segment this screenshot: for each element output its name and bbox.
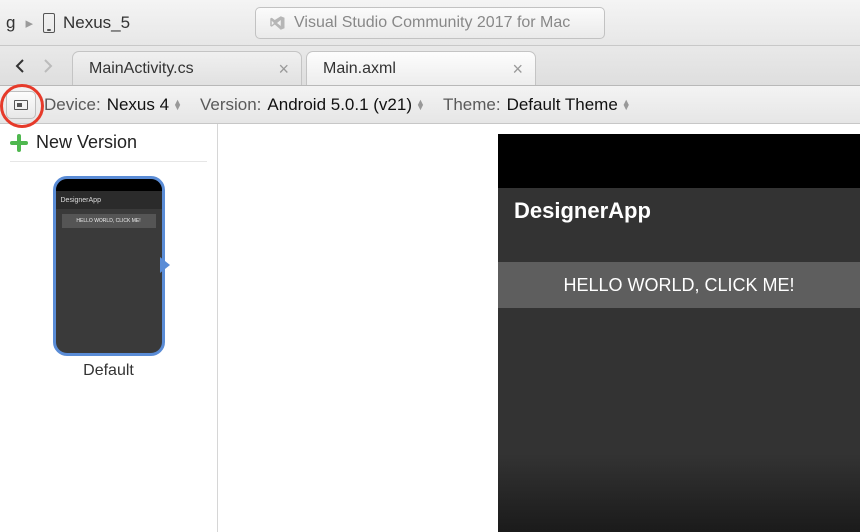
device-stepper[interactable]: ▲▼ [173, 100, 182, 110]
nav-forward-button[interactable] [34, 47, 62, 85]
device-preview: DesignerApp HELLO WORLD, CLICK ME! [498, 134, 860, 532]
close-icon[interactable]: × [512, 60, 523, 78]
breadcrumb-separator-icon: ▸ [25, 14, 33, 32]
preview-shadow [498, 454, 860, 532]
tab-mainactivity[interactable]: MainActivity.cs × [72, 51, 302, 85]
thumb-app-title: DesignerApp [56, 191, 162, 209]
version-value[interactable]: Android 5.0.1 (v21) [267, 95, 412, 115]
preview-button[interactable]: HELLO WORLD, CLICK ME! [498, 262, 860, 308]
thumb-statusbar [56, 179, 162, 191]
plus-icon [10, 134, 28, 152]
preview-screen [498, 188, 860, 532]
new-version-label: New Version [36, 132, 137, 153]
thumb-caption: Default [10, 362, 207, 380]
version-stepper[interactable]: ▲▼ [416, 100, 425, 110]
layouts-sidebar: New Version DesignerApp HELLO WORLD, CLI… [0, 124, 218, 532]
device-value[interactable]: Nexus 4 [107, 95, 169, 115]
tab-main-axml[interactable]: Main.axml × [306, 51, 536, 85]
nav-back-button[interactable] [6, 47, 34, 85]
tab-label: Main.axml [323, 60, 396, 78]
breadcrumb-prev-fragment: g [6, 13, 15, 33]
phone-icon [43, 13, 55, 33]
preview-app-title: DesignerApp [514, 198, 651, 224]
window-titlebar: g ▸ Nexus_5 Visual Studio Community 2017… [0, 0, 860, 46]
designer-toolbar: Device: Nexus 4 ▲▼ Version: Android 5.0.… [0, 86, 860, 124]
theme-label: Theme: [443, 95, 501, 115]
theme-value[interactable]: Default Theme [507, 95, 618, 115]
thumb-button: HELLO WORLD, CLICK ME! [62, 214, 156, 228]
breadcrumb-device[interactable]: Nexus_5 [63, 13, 130, 33]
layouts-icon [14, 100, 28, 110]
version-label: Version: [200, 95, 261, 115]
tab-label: MainActivity.cs [89, 60, 194, 78]
device-label: Device: [44, 95, 101, 115]
visual-studio-icon [268, 14, 286, 32]
theme-stepper[interactable]: ▲▼ [622, 100, 631, 110]
designer-canvas[interactable]: DesignerApp HELLO WORLD, CLICK ME! [218, 124, 860, 532]
layout-thumbnail[interactable]: DesignerApp HELLO WORLD, CLICK ME! Defau… [10, 176, 207, 380]
window-title-text: Visual Studio Community 2017 for Mac [294, 14, 570, 32]
new-version-button[interactable]: New Version [10, 132, 207, 162]
window-title: Visual Studio Community 2017 for Mac [255, 7, 605, 39]
alternative-layouts-button[interactable] [6, 91, 36, 119]
designer-content: New Version DesignerApp HELLO WORLD, CLI… [0, 124, 860, 532]
editor-tab-strip: MainActivity.cs × Main.axml × [0, 46, 860, 86]
close-icon[interactable]: × [278, 60, 289, 78]
